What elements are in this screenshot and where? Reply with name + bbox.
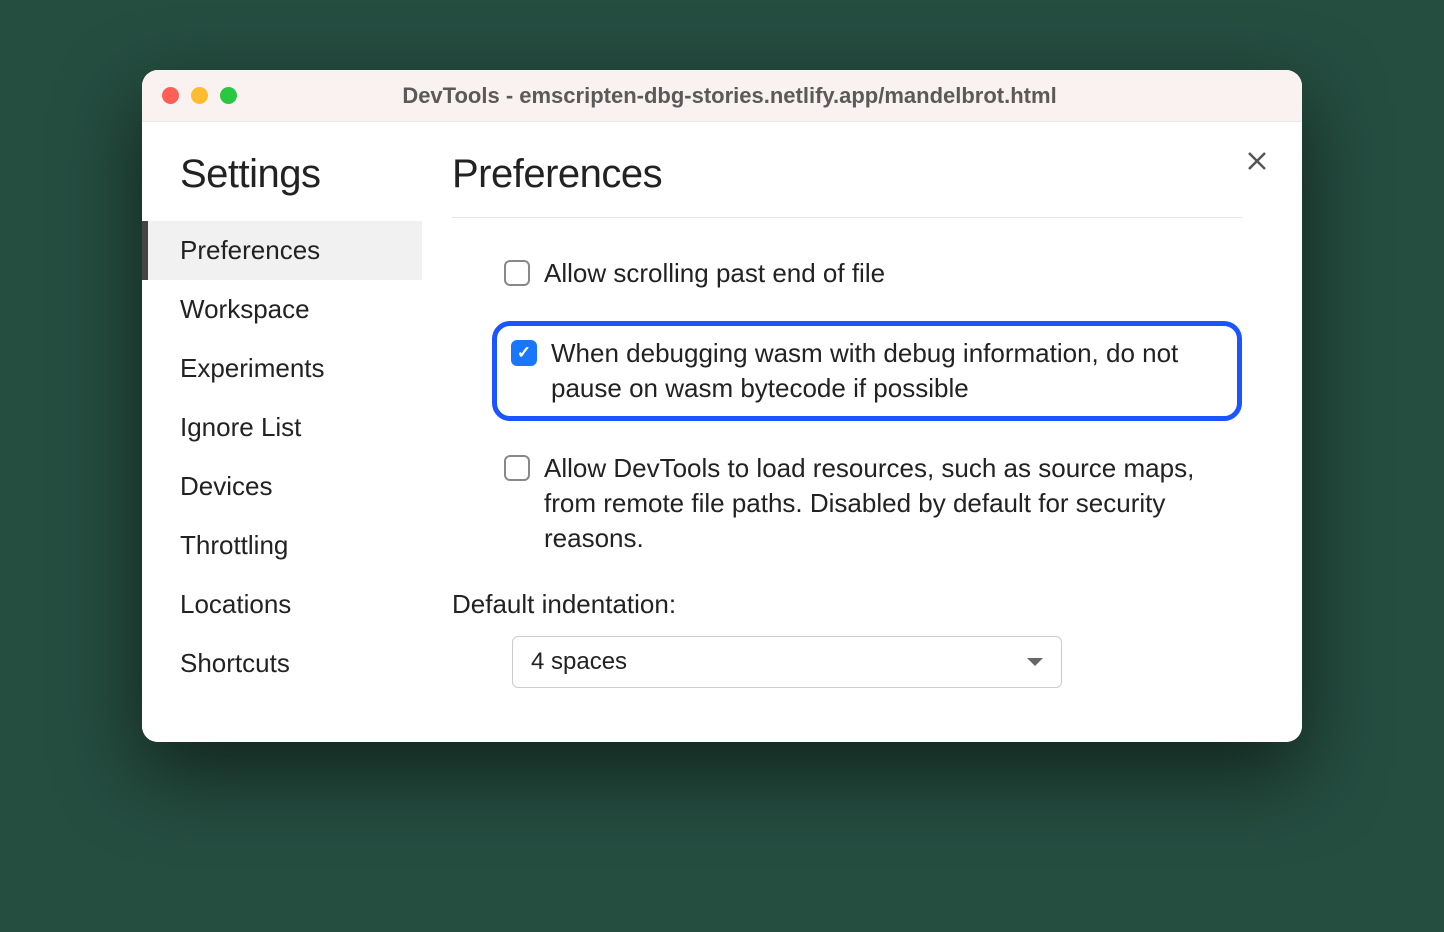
option-allow-scroll-past-eof[interactable]: Allow scrolling past end of file (492, 248, 1242, 299)
window-title: DevTools - emscripten-dbg-stories.netlif… (237, 83, 1282, 109)
sidebar-item-label: Throttling (180, 530, 288, 560)
sidebar-item-label: Shortcuts (180, 648, 290, 678)
sidebar-item-label: Locations (180, 589, 291, 619)
sidebar-item-label: Devices (180, 471, 272, 501)
sidebar-item-shortcuts[interactable]: Shortcuts (142, 634, 422, 693)
indentation-select[interactable]: 4 spaces (512, 636, 1062, 688)
sidebar-item-devices[interactable]: Devices (142, 457, 422, 516)
sidebar-title: Settings (142, 152, 422, 221)
sidebar-item-ignore-list[interactable]: Ignore List (142, 398, 422, 457)
settings-sidebar: Settings Preferences Workspace Experimen… (142, 122, 422, 742)
indentation-field: 4 spaces (512, 636, 1242, 688)
devtools-window: DevTools - emscripten-dbg-stories.netlif… (142, 70, 1302, 742)
sidebar-item-label: Experiments (180, 353, 325, 383)
caret-down-icon (1027, 658, 1043, 666)
option-label: Allow scrolling past end of file (544, 256, 885, 291)
checkbox-wasm-no-pause[interactable]: ✓ (511, 340, 537, 366)
sidebar-item-throttling[interactable]: Throttling (142, 516, 422, 575)
sidebar-item-workspace[interactable]: Workspace (142, 280, 422, 339)
close-icon (1246, 150, 1268, 172)
checkmark-icon: ✓ (517, 343, 531, 363)
titlebar: DevTools - emscripten-dbg-stories.netlif… (142, 70, 1302, 122)
settings-content: Settings Preferences Workspace Experimen… (142, 122, 1302, 742)
close-window-button[interactable] (162, 87, 179, 104)
option-label: When debugging wasm with debug informati… (551, 336, 1223, 406)
checkbox-allow-scroll-past-eof[interactable] (504, 260, 530, 286)
option-wasm-no-pause[interactable]: ✓ When debugging wasm with debug informa… (492, 321, 1242, 421)
sidebar-item-label: Preferences (180, 235, 320, 265)
traffic-lights (162, 87, 237, 104)
sidebar-item-label: Workspace (180, 294, 310, 324)
minimize-window-button[interactable] (191, 87, 208, 104)
option-allow-remote-resources[interactable]: Allow DevTools to load resources, such a… (492, 443, 1242, 564)
option-label: Allow DevTools to load resources, such a… (544, 451, 1230, 556)
preferences-panel: Preferences Allow scrolling past end of … (422, 122, 1302, 742)
panel-title: Preferences (452, 152, 1242, 218)
checkbox-allow-remote-resources[interactable] (504, 455, 530, 481)
sidebar-item-label: Ignore List (180, 412, 301, 442)
sidebar-item-preferences[interactable]: Preferences (142, 221, 422, 280)
sidebar-item-locations[interactable]: Locations (142, 575, 422, 634)
sidebar-item-experiments[interactable]: Experiments (142, 339, 422, 398)
indentation-label: Default indentation: (452, 589, 1242, 620)
maximize-window-button[interactable] (220, 87, 237, 104)
close-settings-button[interactable] (1242, 146, 1272, 176)
indentation-value: 4 spaces (531, 648, 627, 676)
